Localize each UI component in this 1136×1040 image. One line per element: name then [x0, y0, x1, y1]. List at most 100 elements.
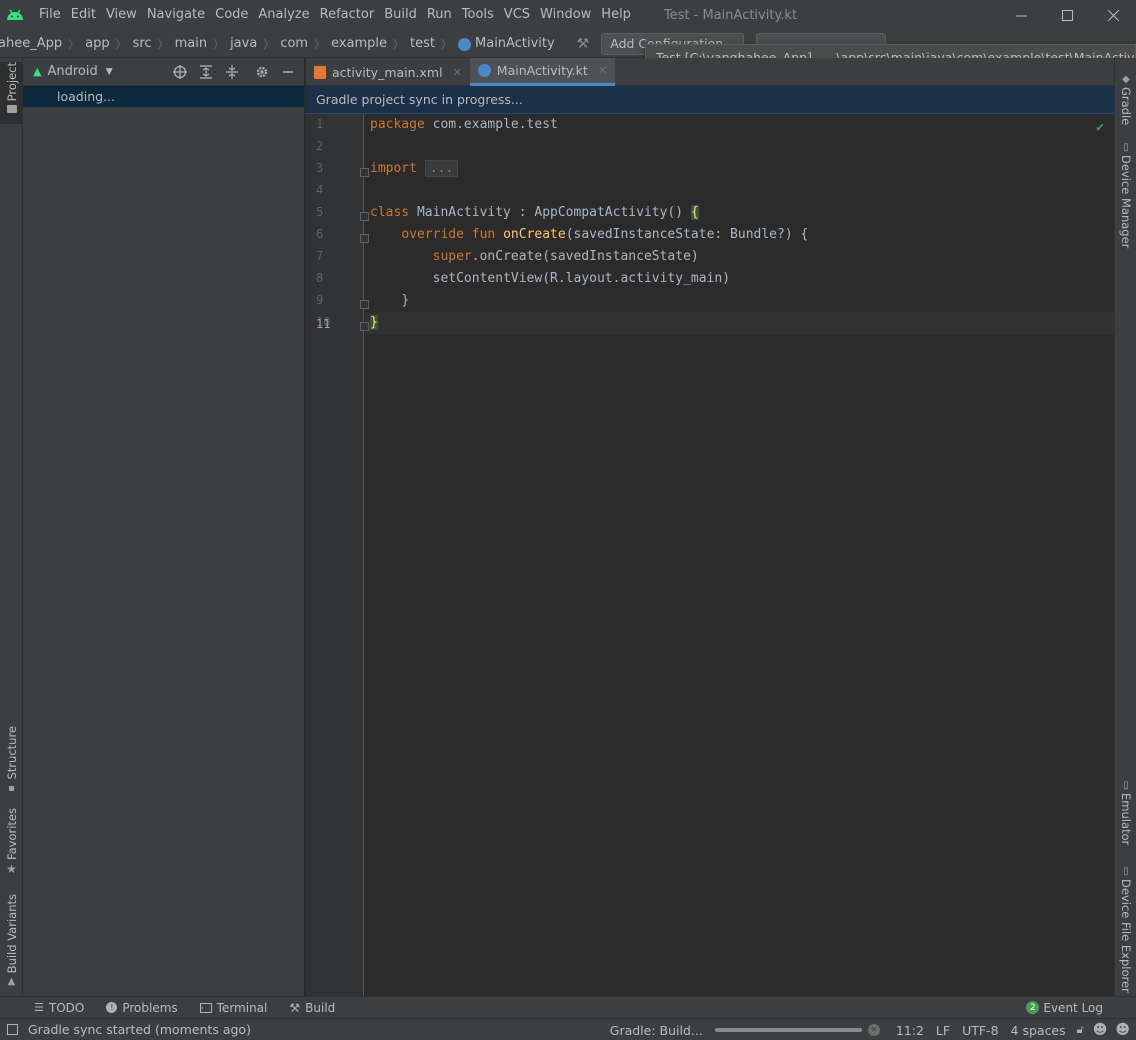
tool-build[interactable]: ⚒ Build	[289, 1001, 335, 1015]
breadcrumb-project[interactable]: ahee_App	[0, 36, 62, 51]
breadcrumb-main[interactable]: main	[175, 36, 207, 51]
project-tree-loading: loading...	[23, 86, 304, 107]
breadcrumb-app[interactable]: app	[85, 36, 109, 51]
breadcrumb-mainactivity[interactable]: MainActivity	[475, 36, 555, 51]
caret-position[interactable]: 11:2	[896, 1023, 924, 1038]
tab-favorites[interactable]: Favorites ★	[0, 808, 23, 878]
expand-all-icon[interactable]	[196, 62, 216, 82]
lock-icon[interactable]: 🔓︎	[1077, 1023, 1084, 1037]
status-message[interactable]: Gradle sync started (moments ago)	[28, 1022, 251, 1037]
info-icon: !	[106, 1002, 118, 1013]
cancel-task-icon[interactable]: ✕	[867, 1024, 880, 1036]
keyword: override fun	[401, 227, 504, 242]
structure-icon: ▪	[8, 782, 15, 794]
chevron-right-icon: 〉	[68, 37, 80, 51]
fold-marker-icon[interactable]	[360, 212, 369, 221]
gear-icon[interactable]	[252, 62, 272, 82]
hide-panel-icon[interactable]	[278, 62, 298, 82]
tab-build-variants[interactable]: Build Variants ▲	[0, 894, 23, 987]
breadcrumb-com[interactable]: com	[280, 36, 308, 51]
minimize-icon[interactable]	[998, 0, 1044, 30]
project-view-dropdown[interactable]: ▲ Android ▼	[33, 64, 113, 79]
tool-problems[interactable]: ! Problems	[106, 1001, 178, 1015]
list-icon: ☰	[34, 1001, 44, 1014]
menu-edit[interactable]: Edit	[66, 0, 101, 30]
matching-brace: {	[690, 205, 699, 220]
project-panel-header: ▲ Android ▼	[23, 58, 304, 86]
hammer-icon[interactable]: ⚒	[577, 36, 590, 52]
chevron-right-icon: 〉	[393, 37, 405, 51]
code-line-10: }	[370, 290, 409, 312]
folder-icon	[6, 105, 17, 114]
tab-device-manager-label: Device Manager	[1119, 155, 1133, 249]
line-separator[interactable]: LF	[936, 1023, 950, 1038]
chevron-right-icon: 〉	[157, 37, 169, 51]
breadcrumb-java[interactable]: java	[230, 36, 257, 51]
close-tab-icon[interactable]: ✕	[598, 64, 607, 77]
fold-marker-icon[interactable]	[360, 322, 369, 331]
collapse-all-icon[interactable]	[222, 62, 242, 82]
feedback-face-icon[interactable]: ☻	[1115, 1022, 1130, 1038]
menu-tools[interactable]: Tools	[457, 0, 499, 30]
code-line-9: setContentView(R.layout.activity_main)	[370, 268, 730, 290]
breadcrumb-test[interactable]: test	[410, 36, 435, 51]
menu-help[interactable]: Help	[596, 0, 636, 30]
menu-build[interactable]: Build	[379, 0, 422, 30]
tool-todo[interactable]: ☰ TODO	[34, 1001, 84, 1015]
menu-navigate[interactable]: Navigate	[142, 0, 210, 30]
tab-emulator[interactable]: ▯ Emulator	[1115, 780, 1136, 846]
tab-device-file-explorer[interactable]: ▯ Device File Explorer	[1115, 866, 1136, 993]
close-icon[interactable]	[1090, 0, 1136, 30]
line-number: 8	[316, 271, 324, 285]
menu-view[interactable]: View	[101, 0, 142, 30]
menu-code[interactable]: Code	[210, 0, 253, 30]
close-tab-icon[interactable]: ✕	[453, 66, 462, 79]
menu-analyze[interactable]: Analyze	[253, 0, 314, 30]
fold-marker-icon[interactable]	[360, 300, 369, 309]
file-encoding[interactable]: UTF-8	[962, 1023, 998, 1038]
tool-todo-label: TODO	[48, 1000, 85, 1015]
tab-project[interactable]: Project	[0, 62, 23, 124]
tab-structure-label: Structure	[4, 726, 19, 780]
xml-file-icon	[314, 65, 326, 79]
locate-icon[interactable]	[170, 62, 190, 82]
menu-refactor[interactable]: Refactor	[315, 0, 380, 30]
menu-file[interactable]: File	[34, 0, 66, 30]
tab-structure[interactable]: Structure ▪	[0, 726, 23, 794]
line-number: 1	[316, 117, 324, 131]
fold-marker-icon[interactable]	[360, 168, 369, 177]
progress-fill	[714, 1028, 862, 1032]
tab-mainactivity-kt[interactable]: MainActivity.kt ✕	[469, 58, 615, 86]
right-tool-strip: ◆ Gradle ▯ Device Manager ▯ Emulator ▯ D…	[1114, 58, 1136, 996]
editor-tab-bar: activity_main.xml ✕ MainActivity.kt ✕	[306, 58, 1114, 86]
event-count-badge: 2	[1026, 1001, 1040, 1014]
tab-gradle-label: Gradle	[1119, 87, 1133, 126]
tab-emulator-label: Emulator	[1119, 793, 1133, 846]
toggle-tool-windows-icon[interactable]	[7, 1024, 18, 1035]
fold-marker-icon[interactable]	[360, 234, 369, 243]
code-text: (savedInstanceState: Bundle?) {	[565, 227, 809, 242]
background-task-label[interactable]: Gradle: Build...	[610, 1023, 703, 1038]
breadcrumb-src[interactable]: src	[133, 36, 152, 51]
code-text: com.example.test	[424, 117, 558, 132]
project-view-mode: Android	[47, 64, 98, 79]
indent-setting[interactable]: 4 spaces	[1011, 1023, 1066, 1038]
menu-run[interactable]: Run	[422, 0, 457, 30]
tool-event-log-label: Event Log	[1043, 1000, 1103, 1015]
tab-gradle[interactable]: ◆ Gradle	[1115, 74, 1136, 126]
tab-device-manager[interactable]: ▯ Device Manager	[1115, 142, 1136, 248]
code-editor[interactable]: 1 2 3 4 5 6 7 8 9 10 11 package com.exam…	[306, 114, 1114, 996]
no-problems-check-icon[interactable]: ✔	[1096, 120, 1104, 135]
collapsed-imports[interactable]: ...	[424, 160, 459, 177]
tool-terminal[interactable]: › Terminal	[199, 1001, 267, 1015]
tab-activity-main-xml[interactable]: activity_main.xml ✕	[306, 58, 470, 86]
menu-vcs[interactable]: VCS	[499, 0, 535, 30]
maximize-icon[interactable]	[1044, 0, 1090, 30]
line-number: 9	[316, 293, 324, 307]
breadcrumb-example[interactable]: example	[331, 36, 387, 51]
menu-window[interactable]: Window	[535, 0, 596, 30]
gradle-icon: ◆	[1122, 74, 1130, 85]
inspection-face-icon[interactable]: ☻	[1093, 1022, 1108, 1038]
keyword: package	[370, 117, 425, 132]
tool-event-log[interactable]: 2 Event Log	[1026, 1001, 1103, 1015]
